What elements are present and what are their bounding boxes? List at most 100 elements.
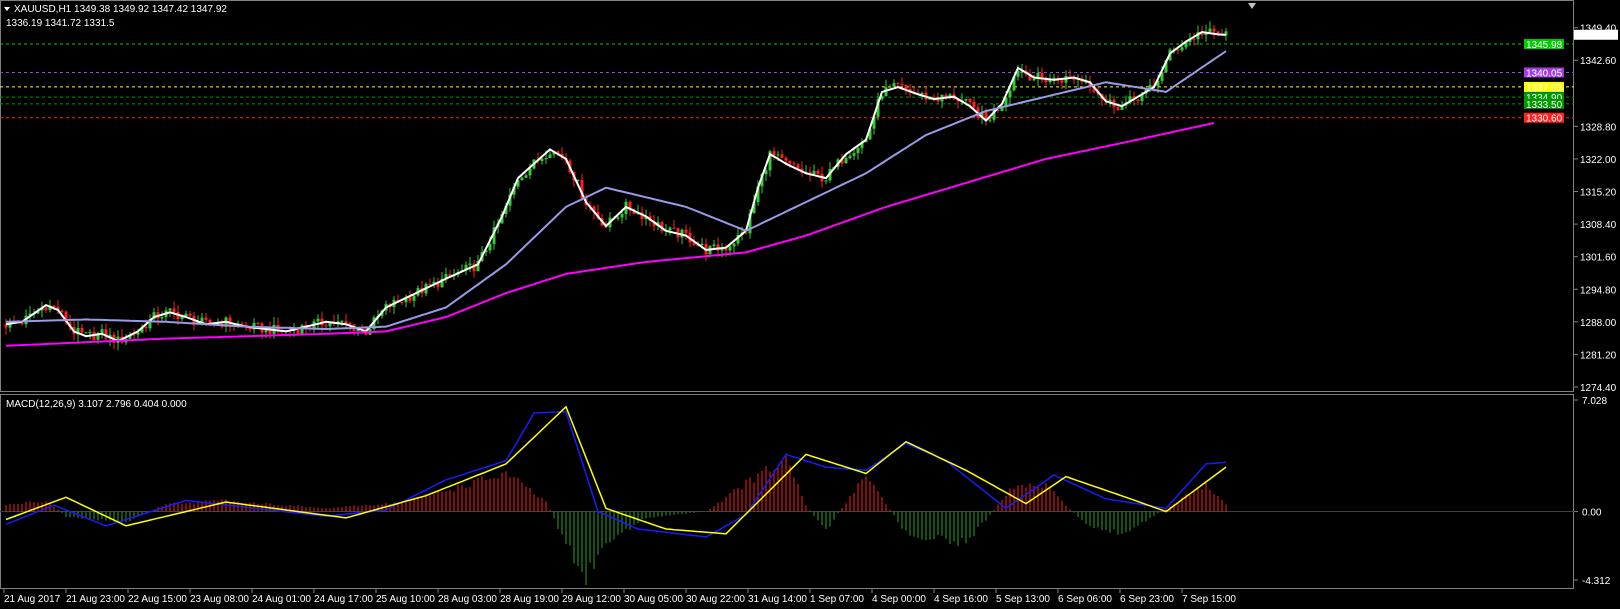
price-level-label: 1333.50 xyxy=(1526,100,1563,111)
candle-body xyxy=(160,317,164,319)
candle-body xyxy=(772,151,776,156)
macd-axis-label: 7.028 xyxy=(1582,396,1607,407)
candle-body xyxy=(544,158,548,160)
time-axis-label: 23 Aug 08:00 xyxy=(190,594,249,605)
candle-body xyxy=(784,157,788,161)
candle-body xyxy=(88,331,92,333)
candle-body xyxy=(84,332,88,334)
candle-body xyxy=(1116,107,1120,110)
candle-body xyxy=(1032,78,1036,81)
candle-body xyxy=(1208,28,1212,32)
macd-axis-label: -4.312 xyxy=(1582,576,1611,587)
time-axis-label: 30 Aug 22:00 xyxy=(686,594,745,605)
candle-body xyxy=(144,327,148,329)
time-axis-label: 7 Sep 15:00 xyxy=(1182,594,1236,605)
candle-body xyxy=(324,325,328,327)
time-axis-label: 28 Aug 19:00 xyxy=(500,594,559,605)
candle-body xyxy=(520,177,524,181)
candle-body xyxy=(1176,49,1180,51)
price-level-label: 1340.05 xyxy=(1526,68,1563,79)
candle-body xyxy=(168,308,172,311)
candle-body xyxy=(80,327,84,333)
price-axis-label: 1281.20 xyxy=(1580,350,1617,361)
candle-body xyxy=(728,246,732,251)
candle-body xyxy=(964,98,968,101)
candle-body xyxy=(400,302,404,304)
time-axis-label: 24 Aug 01:00 xyxy=(252,594,311,605)
candle-body xyxy=(712,244,716,246)
candle-body xyxy=(524,175,528,178)
time-axis-label: 6 Sep 23:00 xyxy=(1120,594,1174,605)
candle-body xyxy=(904,84,908,90)
candle-body xyxy=(1180,47,1184,51)
price-axis-label: 1308.40 xyxy=(1580,220,1617,231)
candle-body xyxy=(816,170,820,174)
candle-body xyxy=(1008,90,1012,98)
price-axis-label: 1322.00 xyxy=(1580,155,1617,166)
price-level-label: 1330.60 xyxy=(1526,114,1563,125)
candle-body xyxy=(20,322,24,325)
candle-body xyxy=(700,243,704,246)
candle-body xyxy=(188,313,192,316)
candle-body xyxy=(972,101,976,108)
candle-body xyxy=(888,86,892,88)
candle-body xyxy=(468,263,472,265)
candle-body xyxy=(1068,75,1072,77)
candle-body xyxy=(1192,38,1196,40)
candle-body xyxy=(296,329,300,334)
ohlc-subline: 1336.19 1341.72 1331.5 xyxy=(6,18,115,29)
candle-body xyxy=(172,308,176,312)
macd-axis-label: 0.00 xyxy=(1582,508,1602,519)
time-axis-label: 29 Aug 12:00 xyxy=(562,594,621,605)
time-axis-label: 4 Sep 16:00 xyxy=(934,594,988,605)
candle-body xyxy=(896,83,900,85)
candle-body xyxy=(316,318,320,322)
time-axis-label: 6 Sep 06:00 xyxy=(1058,594,1112,605)
candle-body xyxy=(1212,28,1216,32)
candle-body xyxy=(100,329,104,334)
price-axis-label: 1342.60 xyxy=(1580,56,1617,67)
time-axis-label: 30 Aug 05:00 xyxy=(624,594,683,605)
candle-body xyxy=(684,229,688,234)
time-axis-label: 5 Sep 13:00 xyxy=(996,594,1050,605)
candle-body xyxy=(732,243,736,247)
candle-body xyxy=(856,148,860,154)
candle-body xyxy=(256,322,260,324)
symbol-info: XAUUSD,H1 1349.38 1349.92 1347.42 1347.9… xyxy=(14,4,227,15)
candle-body xyxy=(616,217,620,219)
candle-body xyxy=(540,158,544,162)
candle-body xyxy=(936,100,940,102)
time-axis-label: 28 Aug 03:00 xyxy=(438,594,497,605)
candle-body xyxy=(852,153,856,156)
candle-body xyxy=(620,214,624,218)
price-axis-label: 1328.80 xyxy=(1580,122,1617,133)
time-axis-label: 25 Aug 10:00 xyxy=(376,594,435,605)
time-axis-label: 24 Aug 17:00 xyxy=(314,594,373,605)
candle-body xyxy=(900,84,904,86)
candle-body xyxy=(968,98,972,102)
candle-body xyxy=(988,119,992,121)
price-axis-label: 1315.20 xyxy=(1580,188,1617,199)
macd-title: MACD(12,26,9) 3.107 2.796 0.404 0.000 xyxy=(6,399,187,410)
candle-body xyxy=(344,320,348,323)
trading-chart[interactable]: XAUUSD,H1 1349.38 1349.92 1347.42 1347.9… xyxy=(0,0,1620,609)
candle-body xyxy=(412,295,416,301)
candle-body xyxy=(1060,80,1064,83)
candle-body xyxy=(792,163,796,165)
candle-body xyxy=(1136,99,1140,102)
time-axis-label: 4 Sep 00:00 xyxy=(872,594,926,605)
last-price-label: 1347.92 xyxy=(1577,31,1614,42)
price-axis-label: 1288.00 xyxy=(1580,318,1617,329)
candle-body xyxy=(60,310,64,312)
candle-body xyxy=(844,158,848,164)
price-level-label: 1345.98 xyxy=(1526,40,1563,51)
candle-body xyxy=(44,307,48,311)
candle-body xyxy=(668,227,672,231)
candle-body xyxy=(488,244,492,251)
candle-body xyxy=(204,317,208,320)
candle-body xyxy=(184,313,188,316)
candle-body xyxy=(672,227,676,229)
candle-body xyxy=(548,154,552,159)
candle-body xyxy=(780,154,784,158)
candle-body xyxy=(824,180,828,182)
